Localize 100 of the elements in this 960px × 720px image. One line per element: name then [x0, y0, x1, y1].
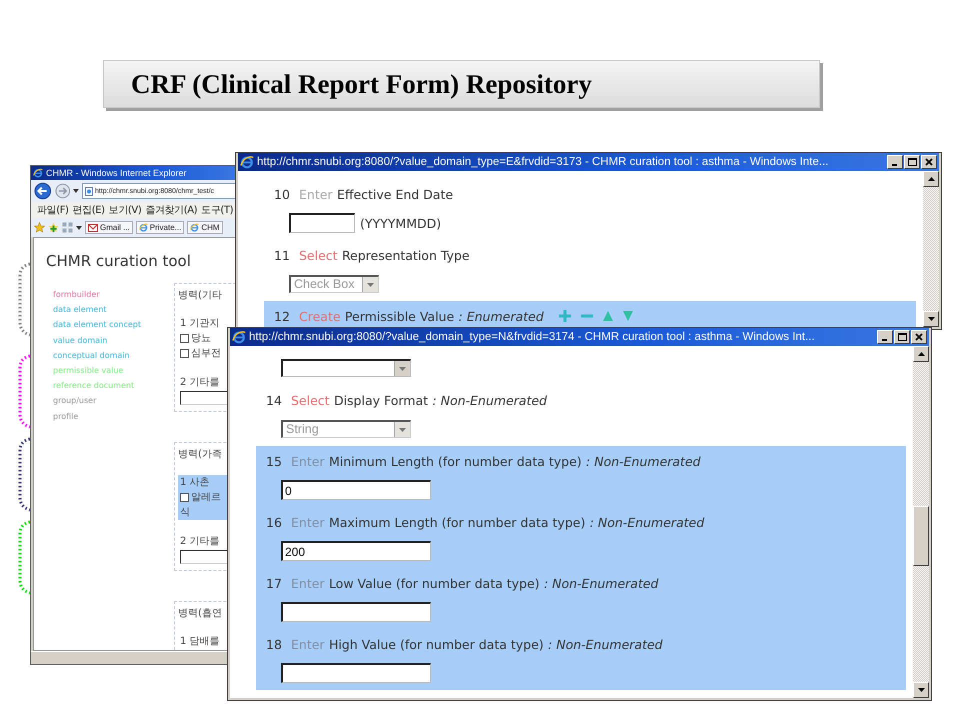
action-verb: Enter — [299, 186, 333, 202]
section-heading: 병력(가족 — [178, 448, 223, 461]
text-field[interactable] — [281, 602, 431, 622]
action-verb: Enter — [291, 514, 325, 530]
scroll-up-button[interactable] — [913, 346, 929, 362]
action-verb: Select — [291, 392, 330, 408]
close-button[interactable] — [911, 330, 927, 344]
browser-icon — [138, 223, 148, 232]
scroll-down-button[interactable] — [923, 311, 939, 327]
slide-title: CRF (Clinical Report Form) Repository — [131, 68, 592, 100]
dropdown-arrow-icon — [399, 366, 406, 370]
action-verb: Enter — [291, 576, 325, 590]
dropdown-field[interactable] — [281, 359, 411, 377]
grid-icon — [62, 222, 73, 233]
question-label: High Value (for number data type) — [328, 636, 544, 652]
question-label: Effective End Date — [336, 186, 454, 202]
question-text: 2 기타를 — [180, 376, 220, 389]
question-number: 15 — [266, 454, 283, 468]
browser-icon — [190, 223, 200, 232]
window-title: CHMR - Windows Internet Explorer — [46, 168, 187, 178]
window-title: http://chmr.snubi.org:8080/?value_domain_type=N&frvdid=3174 - CHMR curation tool : asthma - Windows Int... — [249, 331, 815, 343]
caret-icon — [76, 226, 82, 230]
question-text: 2 기타를 — [180, 535, 220, 548]
down-arrow-icon — [918, 688, 924, 692]
question-label: Low Value (for number data type) — [328, 576, 540, 590]
close-button[interactable] — [921, 155, 937, 169]
question-label: Maximum Length (for number data type) — [328, 514, 586, 530]
add-favorite-icon — [48, 222, 59, 233]
text-field[interactable]: 200 — [281, 541, 431, 561]
menu-item[interactable]: 즐겨찾기(A) — [145, 203, 198, 217]
minimize-button[interactable] — [877, 330, 893, 344]
browser-tab[interactable]: Private... — [136, 221, 184, 234]
text-field[interactable]: 0 — [281, 480, 431, 500]
question-qualifier: : Non-Enumerated — [544, 576, 658, 590]
format-hint: (YYYYMMDD) — [360, 216, 442, 230]
question-qualifier: : Non-Enumerated — [548, 636, 663, 652]
question-number: 17 — [266, 576, 283, 590]
question-number: 16 — [266, 514, 283, 530]
browser-tab[interactable]: CHM — [187, 221, 223, 234]
browser-tab[interactable]: Gmail ... — [85, 221, 133, 234]
question-qualifier: : Non-Enumerated — [590, 514, 704, 530]
scroll-up-button[interactable] — [923, 171, 939, 187]
caret-icon — [73, 189, 79, 193]
star-icon — [34, 222, 45, 233]
maximize-icon — [898, 333, 906, 341]
option-label: 당뇨 — [191, 332, 211, 345]
question-text: 1 사촌 — [180, 476, 210, 489]
menu-item[interactable]: 파일(F) — [37, 203, 69, 217]
scroll-thumb[interactable] — [913, 506, 929, 566]
page-icon — [84, 186, 93, 196]
action-verb: Enter — [291, 454, 325, 468]
question-label: Representation Type — [342, 248, 470, 262]
browser-icon — [240, 155, 254, 169]
tab-label: Gmail ... — [100, 223, 130, 232]
close-icon — [925, 158, 933, 166]
menu-item[interactable]: 도구(T) — [201, 203, 234, 217]
question-text: 식 — [180, 506, 190, 519]
action-verb: Select — [299, 248, 338, 262]
window-title: http://chmr.snubi.org:8080/?value_domain_type=E&frvdid=3173 - CHMR curation tool : asthma - Windows Inte... — [257, 156, 828, 168]
close-icon — [915, 333, 923, 341]
minimize-button[interactable] — [887, 155, 903, 169]
question-number: 12 — [274, 308, 291, 324]
question-text: 1 담배를 — [180, 635, 220, 648]
question-qualifier: : Enumerated — [458, 308, 544, 324]
checkbox[interactable] — [180, 349, 189, 358]
back-button[interactable] — [34, 182, 52, 200]
question-number: 14 — [266, 392, 283, 408]
question-label: Minimum Length (for number data type) — [328, 454, 582, 468]
checkbox[interactable] — [180, 334, 189, 343]
question-number: 11 — [274, 248, 291, 262]
envelope-icon — [88, 224, 98, 232]
section-heading: 병력(흡연 — [178, 607, 223, 620]
section-heading: 병력(기타 — [178, 289, 223, 302]
action-verb: Enter — [291, 636, 325, 652]
dropdown-arrow-icon — [399, 428, 406, 432]
up-arrow-icon — [928, 177, 934, 181]
menu-item[interactable]: 편집(E) — [72, 203, 105, 217]
dropdown-arrow-icon — [367, 282, 374, 286]
browser-icon — [33, 168, 43, 178]
question-label: Display Format — [334, 392, 428, 408]
page-heading: CHMR curation tool — [46, 252, 192, 270]
scroll-down-button[interactable] — [913, 682, 929, 698]
option-label: 알레르 — [191, 491, 221, 504]
text-field[interactable] — [281, 663, 431, 683]
question-text: 1 기관지 — [180, 317, 220, 330]
checkbox[interactable] — [180, 493, 189, 502]
maximize-button[interactable] — [904, 155, 920, 169]
question-number: 10 — [274, 186, 291, 202]
question-number: 18 — [266, 636, 283, 652]
option-label: 심부전 — [191, 347, 221, 360]
question-qualifier: : Non-Enumerated — [586, 454, 701, 468]
question-label: Permissible Value — [344, 308, 454, 324]
text-field[interactable] — [289, 213, 355, 233]
maximize-button[interactable] — [894, 330, 910, 344]
down-arrow-icon — [928, 317, 934, 321]
action-verb: Create — [299, 308, 341, 324]
tab-label: CHM — [201, 223, 220, 232]
menu-item[interactable]: 보기(V) — [108, 203, 142, 217]
up-arrow-icon — [918, 352, 924, 356]
tab-label: Private... — [150, 223, 182, 232]
